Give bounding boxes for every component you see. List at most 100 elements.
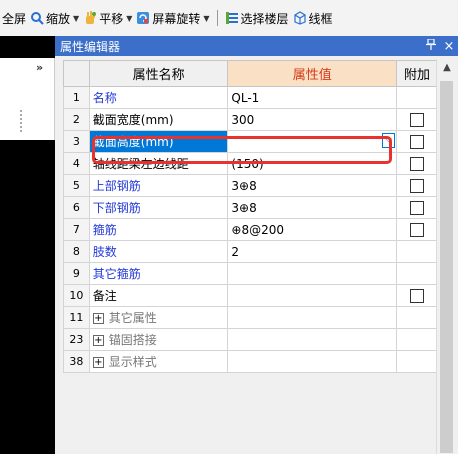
select-floor-button[interactable]: 选择楼层	[223, 7, 291, 29]
row-number: 4	[63, 152, 90, 175]
attach-cell	[396, 152, 438, 175]
table-row[interactable]: 6 下部钢筋 3⊕8	[63, 196, 438, 219]
table-row-group[interactable]: 23 + 锚固搭接	[63, 328, 438, 351]
attach-cell	[396, 240, 438, 263]
side-panel: »	[0, 58, 55, 140]
property-name[interactable]: 上部钢筋	[88, 174, 229, 197]
attach-checkbox[interactable]	[410, 112, 425, 127]
property-group-label: 锚固搭接	[108, 333, 157, 347]
screen-rotate-button[interactable]: 屏幕旋转 ▼	[134, 7, 211, 29]
table-row[interactable]: 2 截面宽度(mm) 300	[63, 108, 438, 131]
property-grid-header: 属性名称 属性值 附加	[63, 60, 438, 87]
property-value[interactable]: 2	[227, 240, 398, 263]
full-screen-button[interactable]: 全屏	[0, 7, 28, 29]
wireframe-button[interactable]: 线框	[291, 7, 335, 29]
toolbar-separator	[216, 10, 218, 26]
full-screen-label: 全屏	[2, 11, 27, 26]
table-row[interactable]: 7 箍筋 ⊕8@200	[63, 218, 438, 241]
zoom-label: 缩放	[46, 11, 71, 26]
property-name[interactable]: 轴线距梁左边线距	[88, 152, 229, 175]
property-group-name[interactable]: + 其它属性	[88, 306, 229, 329]
screen-rotate-icon	[137, 12, 150, 24]
expand-icon[interactable]: +	[92, 313, 104, 324]
property-group-label: 显示样式	[108, 355, 157, 369]
zoom-icon	[31, 12, 44, 25]
property-value[interactable]: 3⊕8	[227, 196, 398, 219]
wireframe-icon	[293, 11, 306, 25]
row-number: 38	[63, 350, 90, 373]
attach-cell	[396, 328, 438, 351]
row-number: 6	[63, 196, 90, 219]
pin-icon[interactable]	[422, 38, 440, 53]
attach-cell	[396, 196, 438, 219]
property-name[interactable]: 其它箍筋	[88, 262, 229, 285]
zoom-dropdown-icon[interactable]: ▼	[73, 14, 79, 23]
property-value[interactable]	[227, 284, 398, 307]
pan-dropdown-icon[interactable]: ▼	[126, 14, 132, 23]
attach-checkbox[interactable]	[410, 156, 425, 171]
scroll-up-icon[interactable]: ▲	[437, 59, 457, 77]
property-value[interactable]: (150)	[227, 152, 398, 175]
row-number: 1	[63, 86, 90, 109]
attach-checkbox[interactable]	[410, 134, 425, 149]
row-number: 8	[63, 240, 90, 263]
table-row-group[interactable]: 38 + 显示样式	[63, 350, 438, 373]
property-group-name[interactable]: + 显示样式	[88, 350, 229, 373]
property-value[interactable]: 3⊕8	[227, 174, 398, 197]
property-name[interactable]: 截面宽度(mm)	[88, 108, 229, 131]
scroll-thumb[interactable]	[440, 81, 453, 453]
zoom-button[interactable]: 缩放 ▼	[28, 7, 81, 29]
property-name[interactable]: 肢数	[88, 240, 229, 263]
property-name-header: 属性名称	[88, 60, 229, 87]
close-icon[interactable]: ×	[440, 39, 458, 54]
select-floor-label: 选择楼层	[240, 11, 289, 26]
property-name[interactable]: 箍筋	[88, 218, 229, 241]
property-value[interactable]	[227, 262, 398, 285]
screen-rotate-dropdown-icon[interactable]: ▼	[203, 14, 209, 23]
table-row-selected[interactable]: 3 截面高度(mm) ⌵	[63, 130, 438, 153]
table-row[interactable]: 5 上部钢筋 3⊕8	[63, 174, 438, 197]
collapse-panel-icon[interactable]: »	[36, 61, 43, 74]
attach-checkbox[interactable]	[410, 178, 425, 193]
property-name[interactable]: 下部钢筋	[88, 196, 229, 219]
table-row-group[interactable]: 11 + 其它属性	[63, 306, 438, 329]
floor-layers-icon	[225, 12, 238, 24]
property-name[interactable]: 备注	[88, 284, 229, 307]
table-row[interactable]: 8 肢数 2	[63, 240, 438, 263]
row-number: 3	[63, 130, 90, 153]
attach-cell	[396, 174, 438, 197]
property-value	[227, 306, 398, 329]
dropdown-arrow-icon[interactable]: ⌵	[382, 133, 396, 148]
property-group-label: 其它属性	[108, 311, 157, 325]
table-row[interactable]: 10 备注	[63, 284, 438, 307]
property-value-editor[interactable]: ⌵	[227, 130, 398, 153]
property-group-name[interactable]: + 锚固搭接	[88, 328, 229, 351]
property-value[interactable]: QL-1	[227, 86, 398, 109]
property-value-header: 属性值	[227, 60, 398, 87]
pan-button[interactable]: 平移 ▼	[81, 7, 134, 29]
property-name[interactable]: 截面高度(mm)	[88, 130, 229, 153]
attach-checkbox[interactable]	[410, 288, 425, 303]
property-value	[227, 328, 398, 351]
expand-icon[interactable]: +	[92, 357, 104, 368]
row-number: 23	[63, 328, 90, 351]
property-value[interactable]: ⊕8@200	[227, 218, 398, 241]
attach-cell	[396, 350, 438, 373]
vertical-scrollbar[interactable]: ▲	[436, 59, 456, 454]
attach-checkbox[interactable]	[410, 222, 425, 237]
expand-icon[interactable]: +	[92, 335, 104, 346]
pan-hand-icon	[86, 11, 97, 24]
attach-checkbox[interactable]	[410, 200, 425, 215]
property-editor-title-bar: 属性编辑器 ×	[55, 36, 458, 56]
property-value[interactable]: 300	[227, 108, 398, 131]
row-number-header	[63, 60, 90, 87]
table-row[interactable]: 9 其它箍筋	[63, 262, 438, 285]
table-row[interactable]: 4 轴线距梁左边线距 (150)	[63, 152, 438, 175]
row-number: 11	[63, 306, 90, 329]
property-name[interactable]: 名称	[88, 86, 229, 109]
attach-cell	[396, 218, 438, 241]
attach-cell	[396, 262, 438, 285]
panel-grip[interactable]	[20, 110, 22, 132]
table-row[interactable]: 1 名称 QL-1	[63, 86, 438, 109]
property-value	[227, 350, 398, 373]
